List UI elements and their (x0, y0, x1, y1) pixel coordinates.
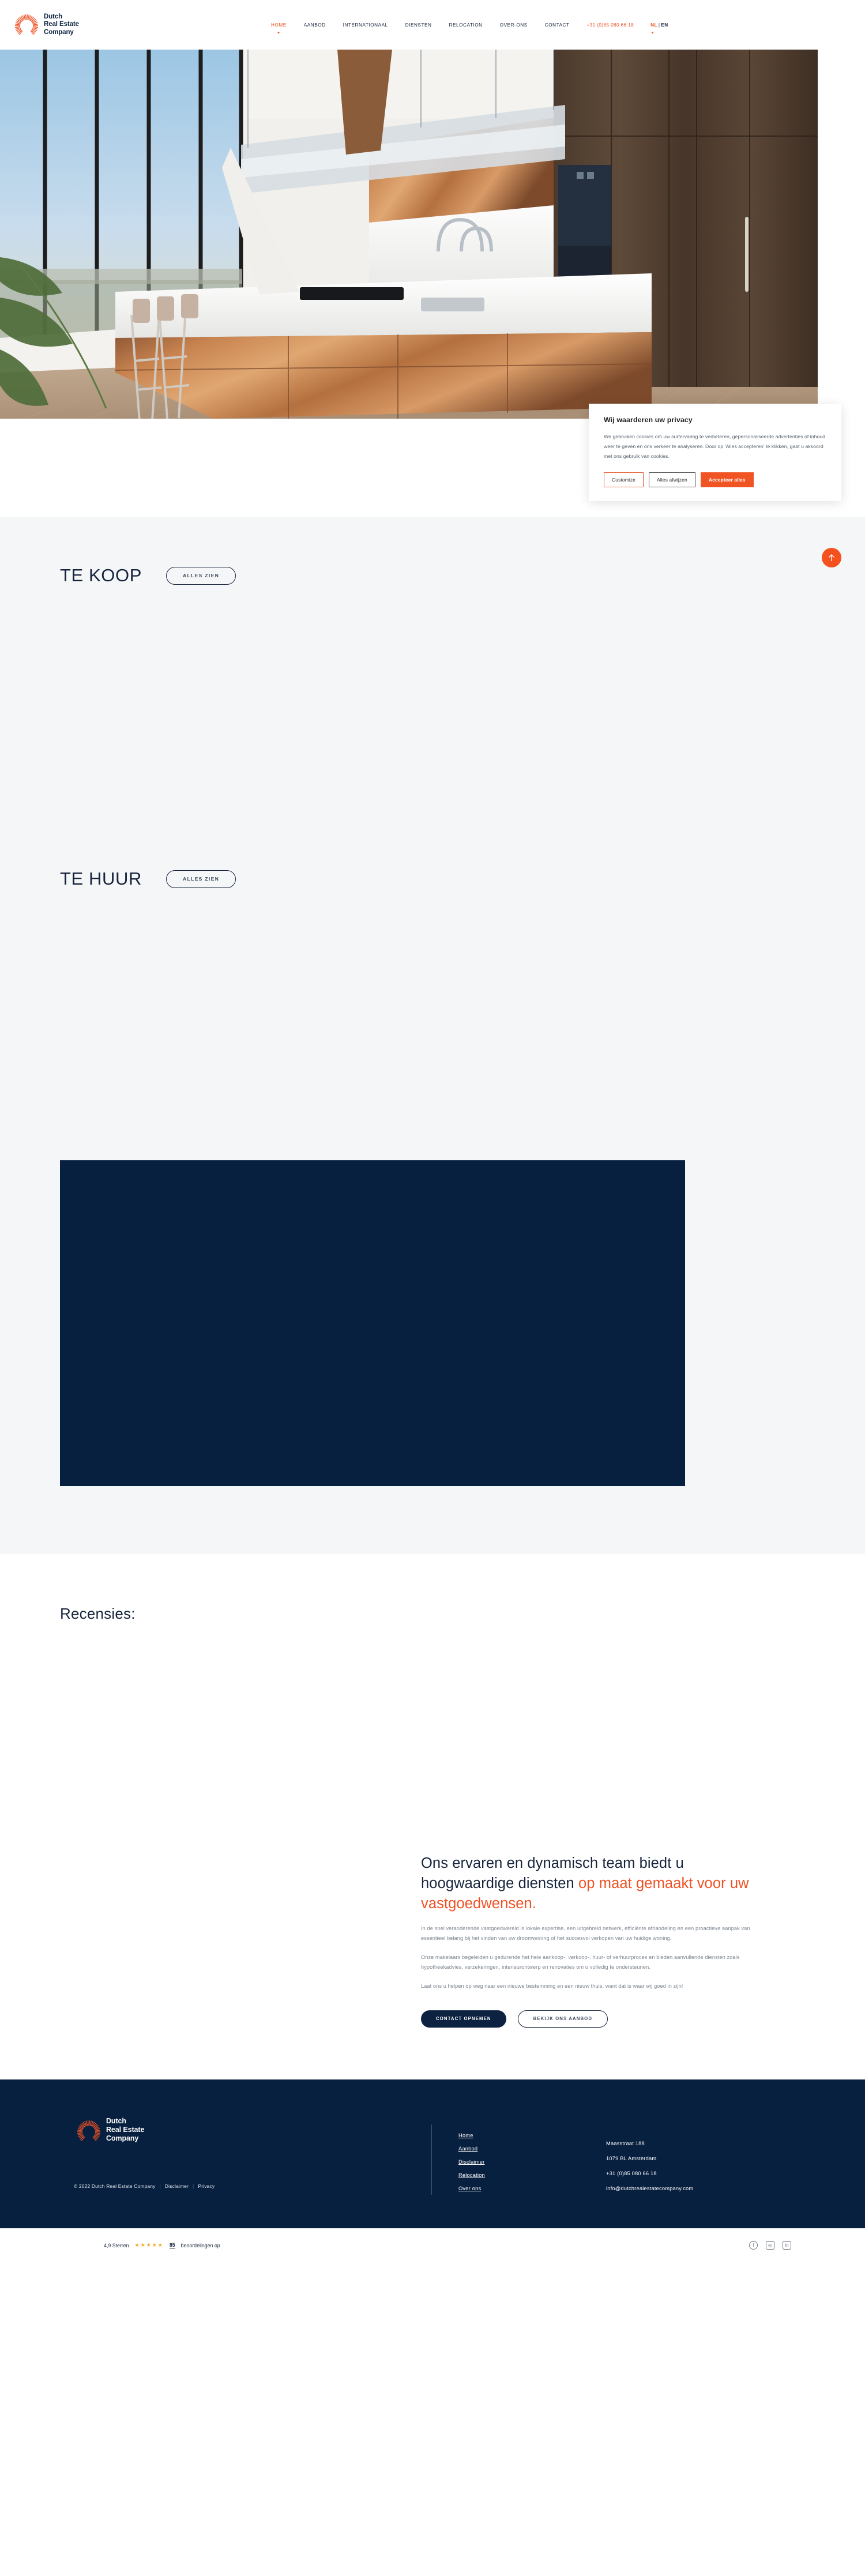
sunburst-arch-icon (12, 9, 42, 41)
footer-copy-divider-2: | (193, 2183, 194, 2189)
contact-opnemen-button[interactable]: CONTACT OPNEMEN (421, 2010, 506, 2028)
te-koop-listings-carousel[interactable] (0, 586, 865, 868)
lang-en[interactable]: EN (661, 22, 668, 28)
site-header: Dutch Real Estate Company HOME AANBOD IN… (0, 0, 865, 50)
footer-city: 1079 BL Amsterdam (606, 2155, 657, 2161)
about-section: Ons ervaren en dynamisch team biedt u ho… (0, 1853, 865, 2079)
logo-wordmark: Dutch Real Estate Company (44, 13, 79, 37)
footer-link-aanbod[interactable]: Aanbod (458, 2146, 576, 2152)
footer-content: Dutch Real Estate Company © 2022 Dutch R… (0, 2114, 865, 2201)
about-text-column: Ons ervaren en dynamisch team biedt u ho… (421, 1853, 790, 2028)
te-koop-header: TE KOOP ALLES ZIEN (0, 565, 865, 586)
social-links: f ◎ in (749, 2241, 791, 2250)
footer-copy-divider-1: | (159, 2183, 161, 2189)
nav-item-relocation[interactable]: RELOCATION (441, 22, 491, 28)
te-koop-alles-zien-button[interactable]: ALLES ZIEN (166, 566, 236, 585)
hero-kitchen-image (0, 50, 818, 419)
logo-line-1: Dutch (44, 13, 63, 20)
hero-banner (0, 50, 818, 419)
about-paragraph-2: Onze makelaars begeleiden u gedurende he… (421, 1954, 740, 1970)
nav-item-contact[interactable]: CONTACT (536, 22, 578, 28)
review-label: beoordelingen op (180, 2242, 220, 2248)
header-phone-link[interactable]: +31 (0)85 080 66 18 (578, 22, 643, 28)
cookie-title: Wij waarderen uw privacy (604, 416, 693, 424)
footer-disclaimer-link[interactable]: Disclaimer (165, 2183, 189, 2189)
te-koop-title: TE KOOP (60, 565, 142, 585)
reviews-title: Recensies: (60, 1605, 136, 1622)
scroll-to-top-button[interactable] (822, 548, 841, 567)
about-heading: Ons ervaren en dynamisch team biedt u ho… (421, 1853, 755, 1914)
footer-link-disclaimer[interactable]: Disclaimer (458, 2159, 576, 2165)
footer-copyright-row: © 2022 Dutch Real Estate Company | Discl… (74, 2183, 431, 2189)
te-huur-header: TE HUUR ALLES ZIEN (0, 868, 865, 889)
page-root: Dutch Real Estate Company HOME AANBOD IN… (0, 0, 865, 2263)
cookie-actions: Customize Alles afwijzen Accepteer alles (604, 472, 826, 487)
cookie-reject-button[interactable]: Alles afwijzen (649, 472, 695, 487)
review-count[interactable]: 85 (169, 2242, 175, 2248)
logo-line-2: Real Estate (44, 21, 79, 28)
language-switcher[interactable]: NL | EN (642, 22, 676, 33)
main-navigation: HOME AANBOD INTERNATIONAAL DIENSTEN RELO… (190, 22, 865, 33)
arrow-up-icon (829, 554, 834, 561)
footer-logo-line-1: Dutch (106, 2117, 126, 2125)
footer-link-over-ons[interactable]: Over ons (458, 2186, 576, 2191)
linkedin-icon[interactable]: in (783, 2241, 791, 2250)
footer-phone[interactable]: +31 (0)85 080 66 18 (606, 2171, 693, 2176)
feature-panel-wrap (0, 1160, 865, 1486)
footer-link-home[interactable]: Home (458, 2133, 576, 2138)
about-paragraph-1: In de snel veranderende vastgoedwereld i… (421, 1926, 750, 1941)
footer-link-relocation[interactable]: Relocation (458, 2172, 576, 2178)
reviews-carousel[interactable] (0, 1623, 865, 1853)
cookie-accept-button[interactable]: Accepteer alles (700, 472, 754, 487)
about-paragraph-3: Laat ons u helpen op weg naar een nieuwe… (421, 1983, 683, 1989)
footer-nav-links: Home Aanbod Disclaimer Relocation Over o… (432, 2114, 576, 2201)
instagram-icon[interactable]: ◎ (766, 2241, 774, 2250)
nav-item-internationaal[interactable]: INTERNATIONAAL (334, 22, 397, 28)
facebook-icon[interactable]: f (749, 2241, 758, 2250)
te-huur-listings-carousel[interactable] (0, 889, 865, 1160)
cookie-description: We gebruiken cookies om uw surfervaring … (604, 434, 826, 459)
footer-contact-block: Maasstraat 188 1079 BL Amsterdam +31 (0)… (576, 2114, 693, 2201)
site-footer: Dutch Real Estate Company © 2022 Dutch R… (0, 2079, 865, 2228)
te-huur-title: TE HUUR (60, 868, 142, 889)
lang-nl[interactable]: NL (650, 22, 657, 28)
te-huur-alles-zien-button[interactable]: ALLES ZIEN (166, 870, 236, 888)
nav-item-home[interactable]: HOME (262, 22, 295, 28)
footer-sunburst-arch-icon (74, 2114, 104, 2146)
feature-blue-panel (60, 1160, 685, 1486)
footer-copyright-text: © 2022 Dutch Real Estate Company (74, 2183, 156, 2189)
footer-street: Maasstraat 188 (606, 2140, 645, 2146)
nav-item-over-ons[interactable]: OVER-ONS (491, 22, 536, 28)
star-rating-icon: ★★★★★ (134, 2242, 164, 2248)
about-image-column (0, 1853, 421, 2028)
site-logo[interactable]: Dutch Real Estate Company (0, 9, 190, 41)
listings-section: TE KOOP ALLES ZIEN TE HUUR ALLES ZIEN (0, 517, 865, 1554)
nav-item-aanbod[interactable]: AANBOD (295, 22, 334, 28)
reviews-section: Recensies: (0, 1554, 865, 1853)
cookie-customize-button[interactable]: Customize (604, 472, 644, 487)
about-buttons: CONTACT OPNEMEN BEKIJK ONS AANBOD (421, 2010, 755, 2028)
logo-line-3: Company (44, 28, 74, 36)
footer-logo-wordmark: Dutch Real Estate Company (106, 2117, 144, 2143)
bekijk-ons-aanbod-button[interactable]: BEKIJK ONS AANBOD (517, 2010, 608, 2028)
footer-logo-line-2: Real Estate (106, 2126, 145, 2134)
rating-score: 4,9 Sterren (104, 2242, 129, 2248)
listings-section-tail (0, 1486, 865, 1554)
footer-privacy-link[interactable]: Privacy (198, 2183, 215, 2189)
rating-widget: 4,9 Sterren ★★★★★ 85 beoordelingen op (104, 2242, 220, 2248)
nav-item-diensten[interactable]: DIENSTEN (397, 22, 441, 28)
footer-brand: Dutch Real Estate Company © 2022 Dutch R… (74, 2114, 431, 2201)
cookie-consent-banner: Wij waarderen uw privacy We gebruiken co… (589, 404, 841, 501)
bottom-bar: 4,9 Sterren ★★★★★ 85 beoordelingen op f … (0, 2228, 865, 2263)
footer-logo[interactable]: Dutch Real Estate Company (74, 2114, 431, 2146)
footer-email[interactable]: info@dutchrealestatecompany.com (606, 2186, 693, 2191)
footer-logo-line-3: Company (106, 2134, 139, 2142)
